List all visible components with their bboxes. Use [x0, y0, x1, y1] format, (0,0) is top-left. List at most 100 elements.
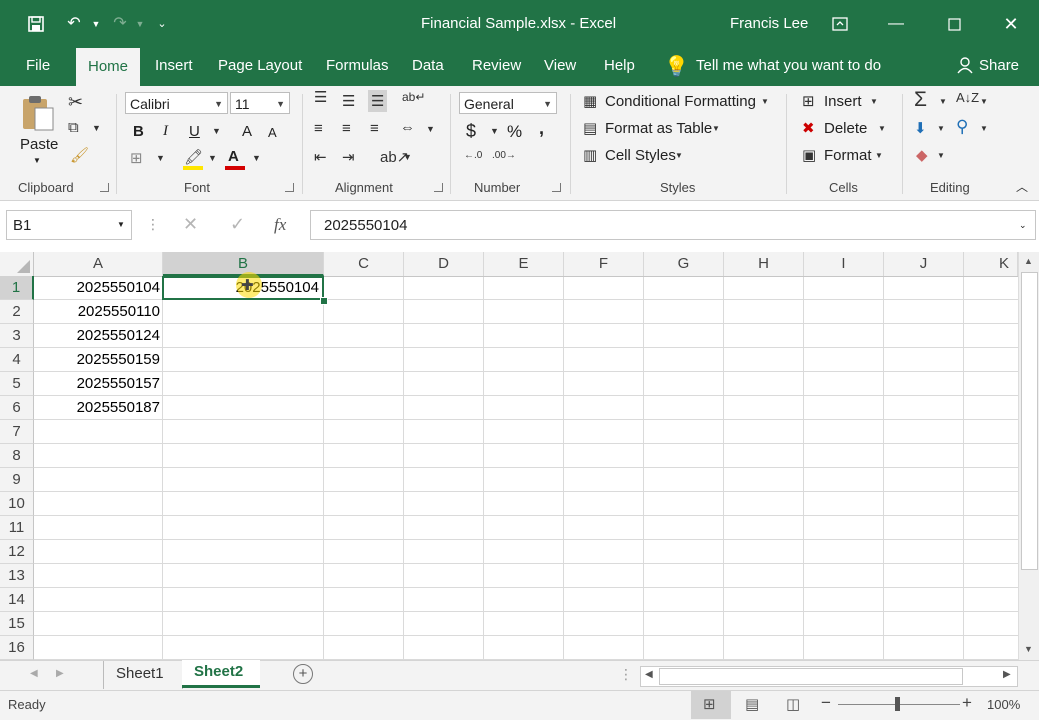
- cell-styles-button[interactable]: Cell Styles: [605, 147, 676, 164]
- row-header[interactable]: 6: [0, 396, 34, 420]
- column-header-i[interactable]: I: [804, 252, 884, 276]
- tab-review[interactable]: Review: [472, 57, 521, 74]
- zoom-level[interactable]: 100%: [987, 697, 1020, 712]
- fill-handle[interactable]: [320, 297, 328, 305]
- minimize-icon[interactable]: —: [884, 12, 908, 36]
- conditional-formatting-icon[interactable]: ▦: [583, 92, 597, 110]
- save-icon[interactable]: [24, 12, 48, 36]
- horizontal-scroll-thumb[interactable]: [659, 668, 963, 685]
- row-header[interactable]: 2: [0, 300, 34, 324]
- customize-toolbar-icon[interactable]: ⌄: [150, 12, 174, 36]
- clipboard-launcher-icon[interactable]: [100, 183, 109, 192]
- tab-insert[interactable]: Insert: [155, 57, 193, 74]
- sort-filter-icon[interactable]: A↓Z: [956, 90, 979, 105]
- tab-file[interactable]: File: [26, 57, 50, 74]
- bottom-align-icon[interactable]: ☰: [368, 90, 388, 112]
- format-button[interactable]: Format: [824, 147, 872, 164]
- orientation-dropdown-icon[interactable]: ▼: [403, 152, 412, 162]
- underline-button[interactable]: U: [189, 123, 200, 140]
- user-name[interactable]: Francis Lee: [730, 15, 808, 32]
- find-select-icon[interactable]: ⚲: [956, 117, 968, 137]
- paste-dropdown-icon[interactable]: ▼: [33, 156, 41, 165]
- insert-cells-icon[interactable]: ⊞: [802, 92, 815, 110]
- column-header-j[interactable]: J: [884, 252, 964, 276]
- sort-dropdown-icon[interactable]: ▼: [980, 97, 988, 106]
- increase-decimal-icon[interactable]: ←.0: [464, 150, 482, 161]
- format-cells-icon[interactable]: ▣: [802, 146, 816, 164]
- fill-color-icon[interactable]: 🖍: [184, 148, 203, 166]
- close-icon[interactable]: ✕: [999, 12, 1023, 36]
- italic-button[interactable]: I: [163, 123, 168, 140]
- insert-button[interactable]: Insert: [824, 93, 862, 110]
- chevron-down-icon[interactable]: ▼: [675, 151, 683, 160]
- vertical-scroll-thumb[interactable]: [1021, 272, 1038, 570]
- align-center-icon[interactable]: ≡: [342, 120, 351, 137]
- column-header-e[interactable]: E: [484, 252, 564, 276]
- cut-icon[interactable]: ✂: [68, 92, 83, 113]
- name-box[interactable]: B1 ▼: [6, 210, 132, 240]
- delete-button[interactable]: Delete: [824, 120, 867, 137]
- row-header[interactable]: 9: [0, 468, 34, 492]
- zoom-out-icon[interactable]: −: [821, 693, 831, 713]
- column-header-c[interactable]: C: [324, 252, 404, 276]
- copy-icon[interactable]: ⧉: [68, 119, 79, 136]
- clear-dropdown-icon[interactable]: ▼: [937, 151, 945, 160]
- top-align-icon[interactable]: ☰: [314, 88, 327, 106]
- format-as-table-icon[interactable]: ▤: [583, 119, 597, 137]
- comma-button[interactable]: ,: [539, 118, 544, 139]
- number-format-select[interactable]: General ▼: [459, 92, 557, 114]
- autosum-icon[interactable]: Σ: [914, 88, 927, 112]
- row-header[interactable]: 11: [0, 516, 34, 540]
- format-painter-icon[interactable]: 🖌: [70, 146, 89, 164]
- merge-dropdown-icon[interactable]: ▼: [426, 124, 435, 134]
- cell-a1[interactable]: 2025550104: [34, 276, 163, 300]
- delete-cells-icon[interactable]: ✖: [802, 119, 815, 137]
- redo-dropdown-icon[interactable]: ▼: [128, 12, 152, 36]
- horizontal-scrollbar[interactable]: ◀ ▶: [640, 666, 1018, 687]
- font-launcher-icon[interactable]: [285, 183, 294, 192]
- font-color-button[interactable]: A: [228, 148, 239, 165]
- insert-function-icon[interactable]: fx: [274, 215, 286, 235]
- maximize-icon[interactable]: [942, 12, 966, 36]
- currency-dropdown-icon[interactable]: ▼: [490, 126, 499, 136]
- row-header[interactable]: 1: [0, 276, 34, 300]
- formula-input[interactable]: 2025550104 ⌄: [310, 210, 1036, 240]
- borders-dropdown-icon[interactable]: ▼: [156, 153, 165, 163]
- select-all-corner[interactable]: [0, 252, 34, 276]
- vertical-scrollbar[interactable]: ▲ ▼: [1018, 252, 1039, 660]
- next-sheet-icon[interactable]: ▶: [56, 668, 64, 679]
- cell-styles-icon[interactable]: ▥: [583, 146, 597, 164]
- font-size-select[interactable]: 11 ▼: [230, 92, 290, 114]
- fill-dropdown-icon[interactable]: ▼: [937, 124, 945, 133]
- row-header[interactable]: 13: [0, 564, 34, 588]
- prev-sheet-icon[interactable]: ◀: [30, 668, 38, 679]
- sheet-tab-sheet2-active[interactable]: Sheet2: [182, 660, 260, 688]
- chevron-down-icon[interactable]: ▼: [761, 97, 769, 106]
- row-header[interactable]: 8: [0, 444, 34, 468]
- column-header-a[interactable]: A: [34, 252, 163, 276]
- tell-me-search[interactable]: Tell me what you want to do: [696, 57, 881, 74]
- scroll-up-icon[interactable]: ▲: [1024, 256, 1033, 266]
- tab-view[interactable]: View: [544, 57, 576, 74]
- format-as-table-button[interactable]: Format as Table: [605, 120, 712, 137]
- collapse-ribbon-icon[interactable]: ︿: [1016, 178, 1028, 195]
- row-header[interactable]: 16: [0, 636, 34, 660]
- decrease-font-button[interactable]: A: [268, 125, 277, 140]
- row-header[interactable]: 4: [0, 348, 34, 372]
- undo-dropdown-icon[interactable]: ▼: [84, 12, 108, 36]
- tab-split-handle-icon[interactable]: ⋮: [619, 666, 633, 683]
- find-dropdown-icon[interactable]: ▼: [980, 124, 988, 133]
- sheet-tab-sheet1[interactable]: Sheet1: [103, 661, 183, 689]
- column-header-d[interactable]: D: [404, 252, 484, 276]
- scroll-left-icon[interactable]: ◀: [645, 669, 653, 680]
- fill-dropdown-icon[interactable]: ▼: [208, 153, 217, 163]
- autosum-dropdown-icon[interactable]: ▼: [939, 97, 947, 106]
- clear-icon[interactable]: ◆: [916, 146, 928, 164]
- decrease-decimal-icon[interactable]: .00→: [492, 150, 516, 161]
- share-button[interactable]: Share: [979, 57, 1019, 74]
- middle-align-icon[interactable]: ☰: [342, 92, 355, 110]
- column-header-f[interactable]: F: [564, 252, 644, 276]
- borders-icon[interactable]: ⊞: [130, 149, 143, 167]
- cancel-entry-icon[interactable]: ✕: [183, 214, 198, 235]
- wrap-text-icon[interactable]: ab↵: [402, 90, 425, 104]
